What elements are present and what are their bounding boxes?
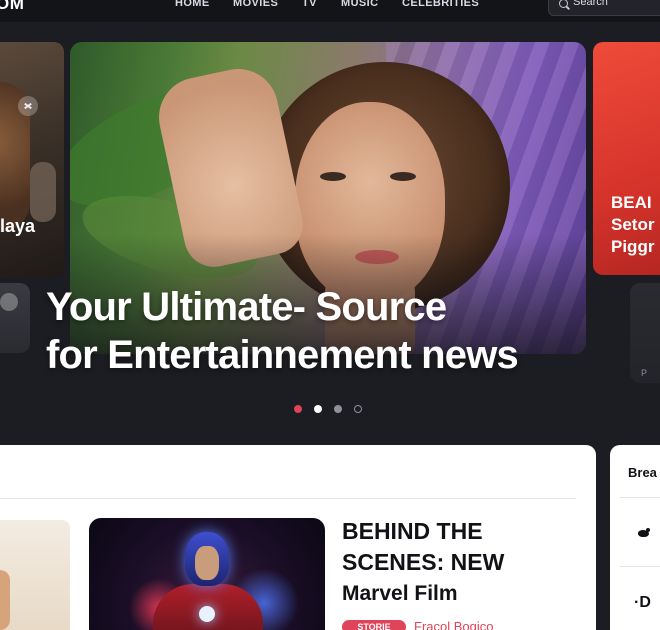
carousel-dot-4[interactable] <box>354 405 362 413</box>
sidebar-divider <box>620 497 660 498</box>
site-logo[interactable]: OM <box>0 0 24 14</box>
hero-headline-line-1: Your Ultimate- Source <box>46 285 447 329</box>
carousel-dot-1[interactable] <box>294 405 302 413</box>
hero-portrait-eye-right <box>390 172 416 181</box>
carousel-prev-card-secondary[interactable] <box>0 283 30 353</box>
sidebar-item-glyph[interactable]: ·D <box>634 594 651 612</box>
thumbnail-hero-face <box>195 546 219 580</box>
carousel-prev-card[interactable] <box>0 42 64 278</box>
prev-card-label: laya <box>0 216 36 236</box>
prev-card-action-icon[interactable] <box>0 293 18 311</box>
hero-headline[interactable]: Your Ultimate- Source for Entertainnemen… <box>46 283 646 379</box>
article-headline-line-3: Marvel Film <box>342 582 458 605</box>
next-card-label-line-2: Setor <box>611 215 655 234</box>
next-card-secondary-text: P <box>641 368 648 378</box>
nav-link-music[interactable]: MUSIC <box>341 0 378 9</box>
next-card-label: BEAI Setor Piggr <box>611 192 660 258</box>
search-icon <box>559 0 568 8</box>
hero-headline-line-2: for Entertainnement news <box>46 333 519 377</box>
page: OM HOME MOVIES TV MUSIC CELEBRITIES laya… <box>0 0 660 630</box>
next-card-label-line-1: BEAI <box>611 193 652 212</box>
article-headline-line-1: BEHIND THE <box>342 518 483 544</box>
search-input[interactable] <box>573 0 660 9</box>
article-author[interactable]: Fracol Bogico <box>414 619 493 630</box>
feed-divider <box>0 498 576 499</box>
article-headline-line-2: SCENES: NEW <box>342 549 505 575</box>
next-card-label-line-3: Piggr <box>611 237 655 256</box>
carousel-dot-2-active[interactable] <box>314 405 322 413</box>
nav-link-home[interactable]: HOME <box>175 0 210 9</box>
breaking-news-title: Brea <box>628 465 657 480</box>
nav-link-tv[interactable]: TV <box>302 0 317 9</box>
hero-portrait-eye-left <box>320 172 346 181</box>
prev-card-bg-figure <box>30 162 56 222</box>
thumbnail-figure <box>0 570 10 630</box>
article-category-badge[interactable]: STORIE <box>342 620 406 630</box>
nav-link-movies[interactable]: MOVIES <box>233 0 278 9</box>
top-nav: OM HOME MOVIES TV MUSIC CELEBRITIES <box>0 0 660 22</box>
carousel-dot-3[interactable] <box>334 405 342 413</box>
share-icon[interactable] <box>18 96 38 116</box>
article-thumbnail-previous[interactable] <box>0 520 70 630</box>
article-headline[interactable]: BEHIND THE SCENES: NEW Marvel Film <box>342 516 582 609</box>
article-thumbnail[interactable] <box>89 518 325 630</box>
sidebar-divider-2 <box>620 566 660 567</box>
thumbnail-hero-core <box>199 606 215 622</box>
search-box[interactable] <box>548 0 660 16</box>
twitter-icon[interactable] <box>638 528 650 538</box>
nav-link-celebrities[interactable]: CELEBRITIES <box>402 0 479 9</box>
